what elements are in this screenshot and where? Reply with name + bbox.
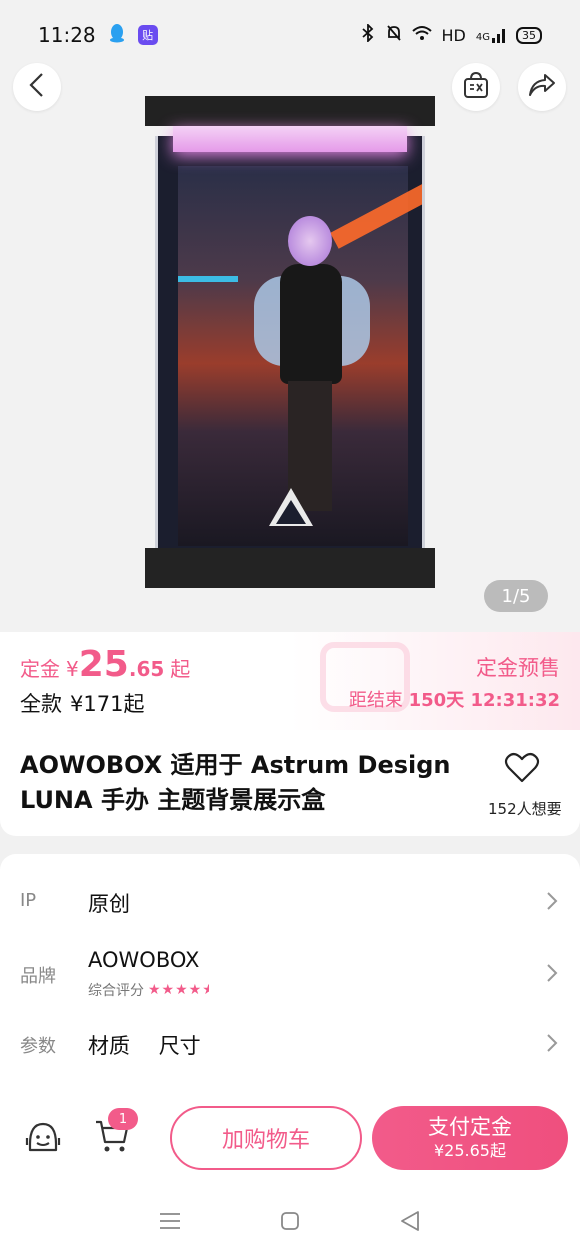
wishlist-button[interactable]: [504, 752, 540, 788]
bottom-action-bar: 1 加购物车 支付定金 ¥25.65起: [0, 1088, 580, 1188]
penguin-icon: [108, 23, 126, 48]
rating-label: 综合评分: [88, 983, 144, 999]
chevron-left-icon: [27, 72, 47, 102]
case-light: [173, 126, 407, 152]
full-price: 全款 ¥171起: [20, 688, 144, 718]
presale-badge: 定金预售: [476, 656, 560, 680]
chevron-right-icon: [546, 890, 558, 916]
back-triangle-icon[interactable]: [399, 1210, 421, 1236]
back-button[interactable]: [13, 63, 61, 111]
countdown-prefix: 距结束: [348, 690, 403, 711]
figure-head: [288, 216, 332, 266]
cart-count-badge: 1: [108, 1108, 138, 1130]
customer-service-button[interactable]: [24, 1118, 62, 1160]
menu-icon[interactable]: [159, 1212, 181, 1234]
shopping-bag-button[interactable]: [452, 63, 500, 111]
product-title: AOWOBOX 适用于 Astrum Design LUNA 手办 主题背景展示…: [20, 751, 451, 814]
chevron-right-icon: [546, 962, 558, 988]
add-to-cart-button[interactable]: 加购物车: [170, 1106, 362, 1170]
param-value-spec: 材质 尺寸: [88, 1030, 223, 1060]
battery-icon: 35: [516, 26, 542, 44]
full-price-value: ¥171起: [70, 692, 145, 716]
param-value-ip: 原创: [88, 892, 130, 916]
countdown-value: 150天 12:31:32: [408, 690, 560, 711]
pay-deposit-price: ¥25.65起: [434, 1141, 506, 1160]
neon-sign: [330, 181, 422, 249]
heart-icon: [504, 752, 540, 788]
param-key-brand: 品牌: [20, 966, 56, 987]
deposit-decimal: .65: [128, 657, 165, 681]
star-rating-icon: ★★★★★: [148, 982, 209, 998]
pay-deposit-button[interactable]: 支付定金 ¥25.65起: [372, 1106, 568, 1170]
signal-icon: 4G: [476, 27, 506, 43]
currency-symbol: ¥: [66, 657, 79, 681]
home-icon[interactable]: [280, 1211, 300, 1235]
full-price-label: 全款: [20, 692, 62, 716]
bluetooth-icon: [360, 22, 376, 46]
notes-app-icon: 贴: [137, 25, 158, 45]
case-top: [145, 96, 435, 126]
brand-rating: 综合评分 ★★★★★: [88, 980, 209, 1000]
param-key-ip: IP: [20, 890, 37, 911]
triangle-logo-inner: [276, 500, 306, 524]
system-nav-bar: [0, 1188, 580, 1257]
deposit-label: 定金: [20, 657, 60, 681]
mute-bell-icon: [386, 24, 402, 46]
customer-service-icon: [24, 1122, 62, 1160]
deposit-price: 定金 ¥ 25 .65 起: [20, 644, 190, 685]
params-card: IP 原创 品牌 AOWOBOX 综合评分 ★★★★★ 参数 材质 尺寸: [0, 854, 580, 1088]
spec-size: 尺寸: [158, 1034, 201, 1058]
product-image[interactable]: [145, 96, 435, 588]
status-time: 11:28: [38, 23, 96, 47]
neon-sign: [178, 276, 238, 282]
deposit-integer: 25: [78, 644, 129, 685]
chevron-right-icon: [546, 1032, 558, 1058]
countdown: 距结束 150天 12:31:32: [349, 686, 560, 712]
image-pager: 1/5: [484, 580, 548, 612]
wifi-icon: [411, 25, 432, 45]
product-title-card: AOWOBOX 适用于 Astrum Design LUNA 手办 主题背景展示…: [0, 730, 580, 836]
case-base: [145, 548, 435, 588]
share-button[interactable]: [518, 63, 566, 111]
param-value-brand: AOWOBOX: [88, 948, 200, 972]
price-banner: 定金 ¥ 25 .65 起 全款 ¥171起 定金预售 距结束 150天 12:3…: [0, 632, 580, 730]
share-arrow-icon: [527, 72, 557, 102]
figure-body: [280, 264, 342, 384]
cart-icon: [94, 1120, 130, 1158]
spec-material: 材质: [88, 1034, 130, 1058]
shopping-bag-icon: [461, 70, 491, 104]
wish-count: 152人想要: [488, 800, 562, 818]
pay-deposit-label: 支付定金: [428, 1115, 512, 1139]
network-type: HD: [441, 25, 466, 45]
param-key-spec: 参数: [20, 1036, 56, 1057]
status-bar: 11:28 贴 HD 4G 35: [0, 0, 580, 70]
from-suffix: 起: [170, 657, 191, 681]
